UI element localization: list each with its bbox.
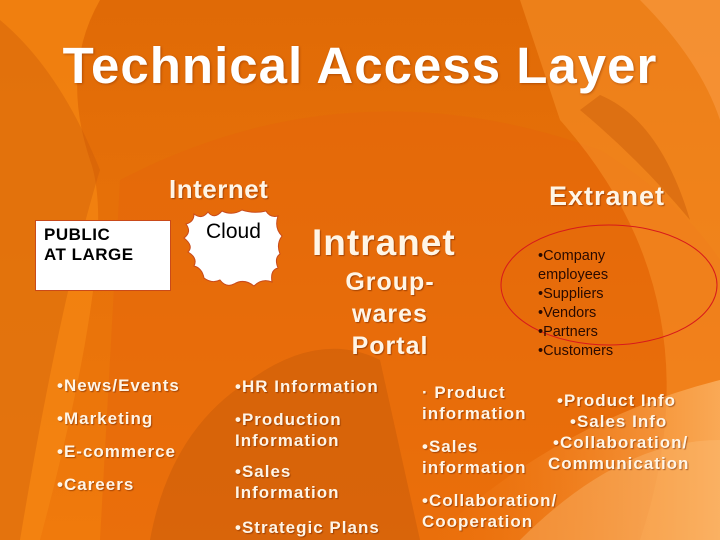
list-item: •Sales Info — [570, 412, 668, 431]
list-item-line: information — [422, 458, 527, 477]
intranet-items: •HR Information •Production Information … — [235, 376, 380, 538]
groupware-line: wares — [352, 300, 428, 328]
list-item-line: •Sales — [235, 462, 292, 481]
extranet-heading: Extranet — [549, 181, 666, 211]
list-item-line: Information — [235, 483, 340, 502]
cloud-label: Cloud — [206, 220, 261, 243]
audience-item: employees — [538, 267, 609, 283]
list-item: •News/Events — [57, 376, 180, 395]
audience-item: •Customers — [538, 343, 614, 359]
list-item: •Sales Information — [235, 461, 380, 503]
list-item: •Product Info — [557, 391, 677, 410]
list-item-line: •Production — [235, 410, 342, 429]
list-item: · Product information — [422, 382, 557, 424]
list-item: •Production Information — [235, 409, 380, 451]
list-item-line: •Collaboration/ — [422, 491, 558, 510]
public-line-2: AT LARGE — [44, 245, 134, 264]
audience-item: •Partners — [538, 324, 598, 340]
list-item: •Careers — [57, 475, 135, 494]
slide: Technical Access Layer Internet PUBLIC A… — [0, 0, 720, 540]
list-item: •Strategic Plans — [235, 517, 380, 538]
list-item-line: Cooperation — [422, 512, 534, 531]
list-item: •HR Information — [235, 376, 380, 397]
list-item: Communication — [548, 454, 690, 473]
intranet-heading: Intranet — [312, 222, 456, 263]
list-item-line: · Product — [422, 383, 506, 402]
audience-item: •Suppliers — [538, 286, 604, 302]
list-item-line: Information — [235, 431, 340, 450]
extranet-items-left: · Product information •Sales information… — [422, 382, 557, 532]
list-item: •Marketing — [57, 409, 154, 428]
list-item: •Collaboration/ — [553, 433, 689, 452]
list-item-line: information — [422, 404, 527, 423]
list-item-line: •Strategic Plans — [235, 518, 380, 537]
internet-items: •News/Events •Marketing •E-commerce •Car… — [57, 376, 180, 508]
list-item-line: •Sales — [422, 437, 479, 456]
internet-heading: Internet — [169, 174, 269, 204]
slide-title: Technical Access Layer — [62, 37, 658, 94]
extranet-items-right: •Product Info •Sales Info •Collaboration… — [545, 390, 705, 474]
extranet-audience-list: •Company employees •Suppliers •Vendors •… — [538, 247, 613, 361]
public-line-1: PUBLIC — [44, 225, 111, 244]
groupware-line: Group- — [345, 268, 435, 296]
cloud-shape: Cloud — [182, 208, 287, 290]
public-at-large-box: PUBLIC AT LARGE — [35, 220, 171, 291]
list-item: •E-commerce — [57, 442, 177, 461]
list-item: •Sales information — [422, 436, 557, 478]
groupware-line: Portal — [351, 332, 429, 360]
list-item-line: •HR Information — [235, 377, 379, 396]
audience-item: •Vendors — [538, 305, 597, 321]
groupware-portal-label: Group- wares Portal — [310, 266, 470, 362]
list-item: •Collaboration/ Cooperation — [422, 490, 557, 532]
audience-item: •Company — [538, 248, 606, 264]
